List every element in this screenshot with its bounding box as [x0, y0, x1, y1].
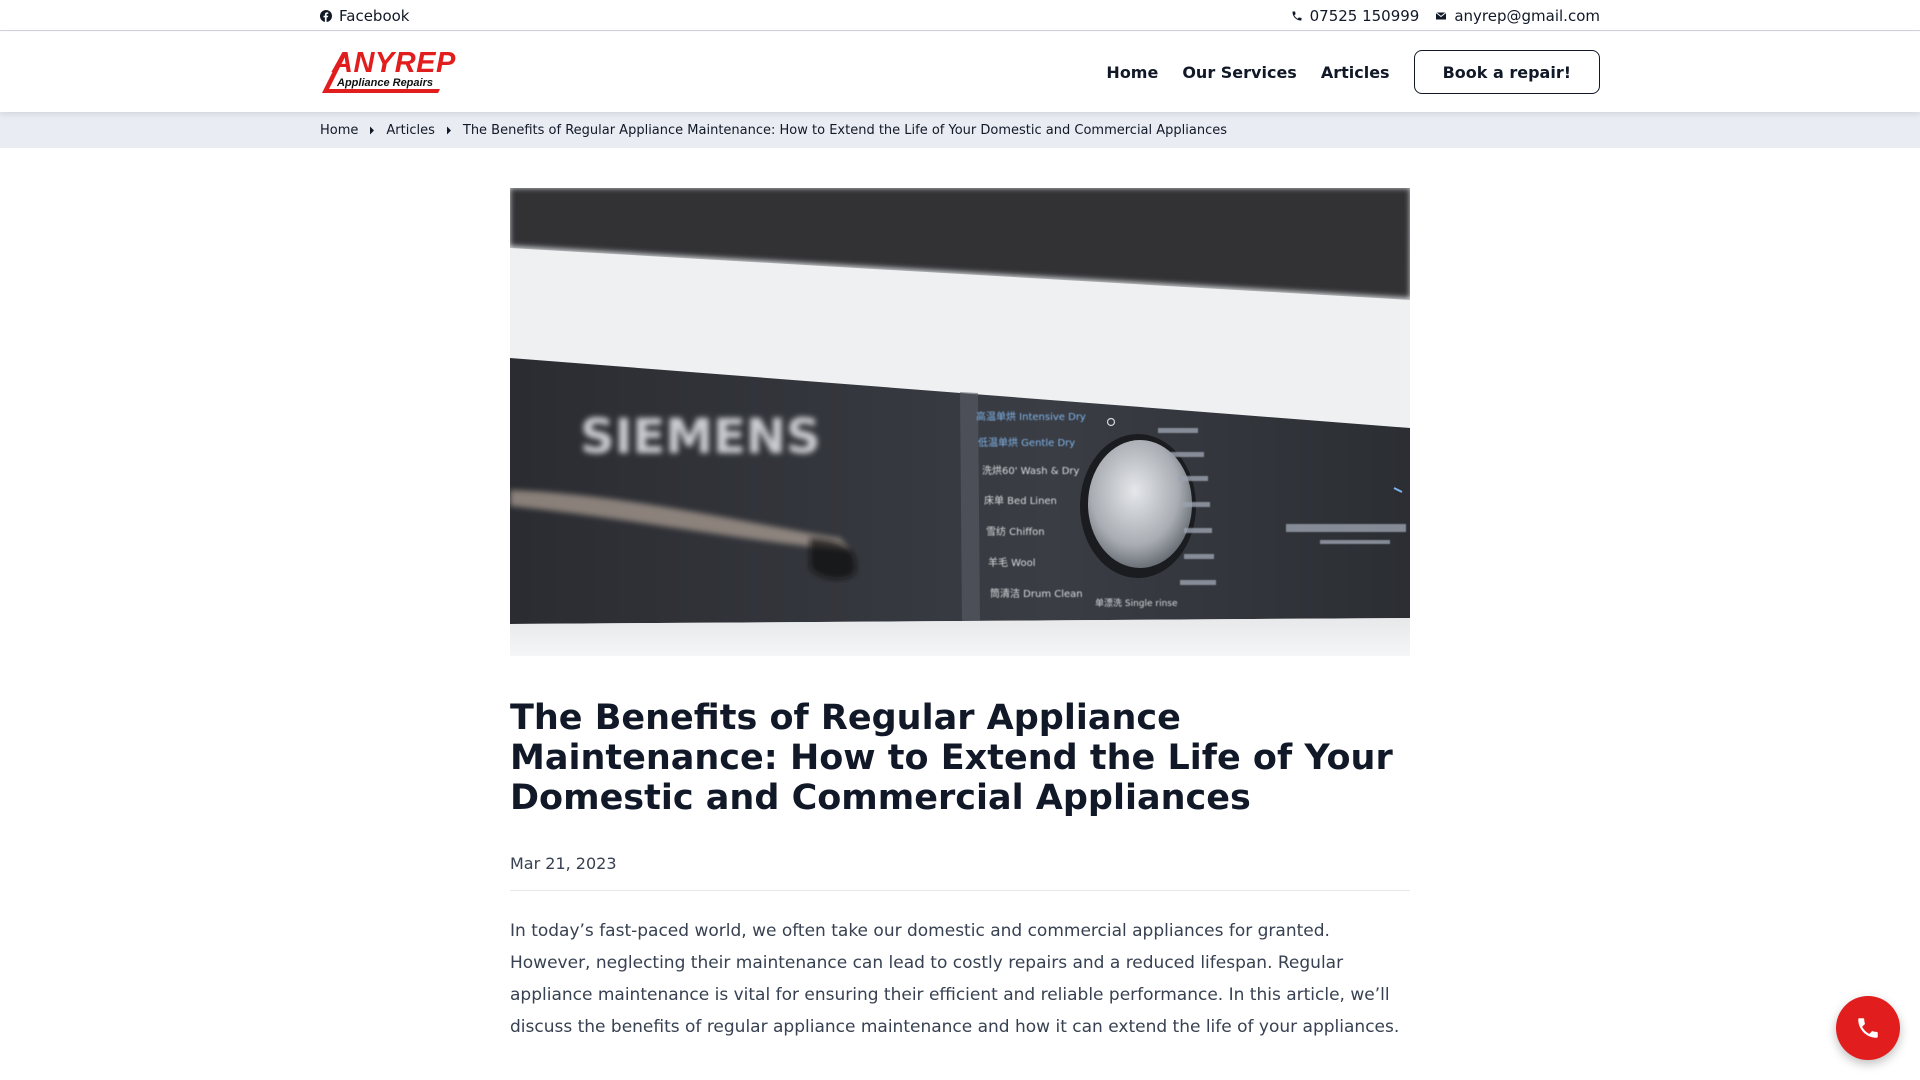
- hero-program-5: 雪纺 Chiffon: [986, 525, 1045, 538]
- phone-icon: [1855, 1015, 1881, 1041]
- hero-brand: SIEMENS: [580, 409, 821, 465]
- book-repair-button[interactable]: Book a repair!: [1413, 50, 1600, 94]
- facebook-label: Facebook: [339, 6, 410, 25]
- main-nav: Home Our Services Articles Book a repair…: [1106, 50, 1600, 94]
- hero-program-2: 低温单烘 Gentle Dry: [978, 436, 1075, 449]
- facebook-link[interactable]: Facebook: [320, 7, 409, 25]
- top-bar: Facebook 07525 150999 anyrep@gmail.com: [0, 0, 1920, 31]
- site-logo[interactable]: ANYREP Appliance Repairs: [320, 47, 455, 95]
- phone-number: 07525 150999: [1309, 6, 1420, 25]
- nav-our-services[interactable]: Our Services: [1182, 63, 1297, 82]
- breadcrumb-home[interactable]: Home: [320, 123, 358, 138]
- envelope-icon: [1435, 10, 1447, 22]
- site-header: ANYREP Appliance Repairs Home Our Servic…: [0, 32, 1920, 112]
- caret-right-icon: [369, 126, 375, 135]
- breadcrumb-current: The Benefits of Regular Appliance Mainte…: [462, 122, 1228, 138]
- hero-program-4: 床单 Bed Linen: [984, 494, 1057, 507]
- article-date: Mar 21, 2023: [510, 854, 1410, 891]
- caret-right-icon: [446, 126, 452, 135]
- phone-link[interactable]: 07525 150999: [1291, 6, 1420, 25]
- article-intro-paragraph: In today’s fast-paced world, we often ta…: [510, 921, 1400, 1037]
- article-title: The Benefits of Regular Appliance Mainte…: [510, 698, 1393, 818]
- email-link[interactable]: anyrep@gmail.com: [1435, 7, 1600, 25]
- breadcrumb-bar: Home Articles The Benefits of Regular Ap…: [0, 112, 1920, 148]
- hero-image: SIEMENS 高温单烘 Intensive Dry 低温单烘 Gentle D…: [510, 188, 1410, 656]
- breadcrumb: Home Articles The Benefits of Regular Ap…: [320, 112, 1227, 148]
- article: SIEMENS 高温单烘 Intensive Dry 低温单烘 Gentle D…: [510, 188, 1410, 1043]
- hero-program-7: 筒清洁 Drum Clean: [990, 587, 1083, 600]
- hero-program-6: 羊毛 Wool: [988, 556, 1036, 569]
- nav-home[interactable]: Home: [1106, 63, 1158, 82]
- phone-icon: [1291, 10, 1303, 22]
- logo-wordmark: ANYREP: [332, 47, 456, 79]
- logo-subtitle: Appliance Repairs: [337, 77, 433, 89]
- nav-articles[interactable]: Articles: [1321, 63, 1390, 82]
- floating-call-button[interactable]: [1836, 996, 1900, 1060]
- hero-program-1: 高温单烘 Intensive Dry: [976, 410, 1086, 423]
- email-address: anyrep@gmail.com: [1454, 6, 1600, 25]
- hero-program-3: 洗烘60' Wash & Dry: [982, 465, 1080, 477]
- facebook-icon: [320, 9, 332, 22]
- hero-program-bottom: 单漂洗 Single rinse: [1095, 597, 1178, 609]
- breadcrumb-articles[interactable]: Articles: [386, 123, 434, 138]
